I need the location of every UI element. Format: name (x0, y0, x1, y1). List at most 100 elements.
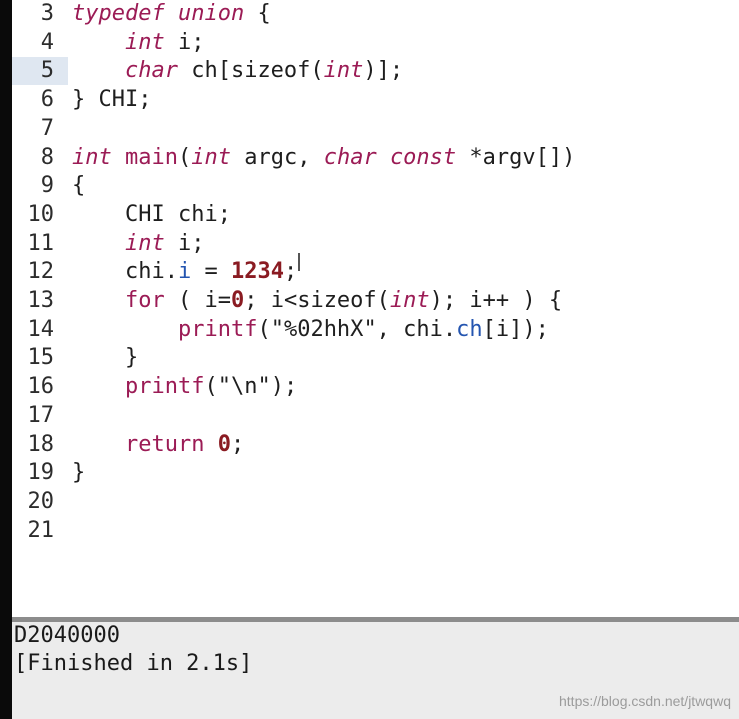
token: int (389, 288, 430, 313)
line-number: 11 (27, 230, 55, 256)
line-number: 19 (27, 460, 55, 486)
code-line-18[interactable]: 18 return 0; (12, 431, 739, 459)
code-text: CHI chi; (72, 201, 231, 229)
code-line-9[interactable]: 9{ (12, 172, 739, 200)
token: ch (456, 316, 483, 342)
code-line-13[interactable]: 13 for ( i=0; i<sizeof(int); i++ ) { (12, 287, 739, 315)
token: i; (164, 230, 205, 256)
code-line-21[interactable]: 21 (12, 517, 739, 545)
token: ; i<sizeof( (244, 288, 390, 313)
build-status-line: [Finished in 2.1s] (14, 651, 253, 676)
token: int (323, 58, 364, 84)
code-text: char ch[sizeof(int)]; (72, 57, 403, 85)
code-line-17[interactable]: 17 (12, 402, 739, 430)
token: ); i++ ) { (429, 288, 563, 313)
code-text: chi.i = 1234; (72, 258, 297, 286)
code-line-6[interactable]: 6 } CHI; (12, 86, 739, 114)
code-text: for ( i=0; i<sizeof(int); i++ ) { (72, 287, 562, 315)
token: 1234 (230, 259, 284, 285)
line-number: 5 (40, 58, 54, 84)
code-line-5[interactable]: 5 char ch[sizeof(int)]; (12, 57, 739, 86)
token: } (72, 345, 139, 371)
token: int (191, 144, 231, 170)
line-number: 17 (27, 402, 55, 428)
code-line-4[interactable]: 4 int i; (12, 29, 739, 57)
token: } (72, 460, 86, 486)
code-editor[interactable]: 3 typedef union {4 int i; 5 char ch[sizeof… (12, 0, 739, 617)
code-line-20[interactable]: 20 (12, 488, 739, 516)
code-text: typedef union { (72, 0, 271, 28)
token: int (72, 144, 112, 170)
line-number: 9 (40, 173, 54, 199)
code-text: printf("%02hhX", chi.ch[i]); (72, 316, 549, 344)
code-text: printf("\n"); (72, 373, 297, 401)
code-text: } (72, 459, 85, 487)
token: int (124, 29, 165, 55)
line-number: 18 (27, 431, 55, 457)
token: { (244, 1, 271, 26)
token: char (124, 58, 178, 84)
token: printf (177, 316, 258, 342)
code-line-14[interactable]: 14 printf("%02hhX", chi.ch[i]); (12, 316, 739, 344)
token: *argv[]) (456, 144, 576, 170)
token: union (177, 1, 245, 26)
code-line-10[interactable]: 10 CHI chi; (12, 201, 739, 229)
text-cursor (298, 253, 300, 271)
token: %02hhX (283, 316, 364, 342)
code-line-11[interactable]: 11 int i; (12, 230, 739, 258)
code-line-15[interactable]: 15 } (12, 344, 739, 372)
token: ( i= (164, 288, 231, 313)
code-text: int i; (72, 230, 205, 258)
code-line-8[interactable]: 8 int main(int argc, char const *argv[]) (12, 144, 739, 172)
code-text: { (72, 172, 85, 200)
line-number: 8 (40, 144, 54, 170)
token: 0 (230, 288, 245, 313)
build-output-line: D2040000 (14, 623, 120, 648)
line-number: 4 (40, 29, 54, 55)
token: for (124, 288, 165, 313)
line-number: 21 (27, 517, 55, 543)
line-number: 10 (27, 201, 55, 227)
token: chi. (72, 259, 178, 285)
token: ch[sizeof( (177, 58, 324, 84)
token: int (124, 230, 165, 256)
token: )]; (363, 58, 404, 84)
code-line-7[interactable]: 7 (12, 115, 739, 143)
token: { (72, 173, 86, 199)
token: CHI chi; (72, 201, 231, 227)
token: i (177, 259, 192, 285)
line-number: 15 (27, 345, 55, 371)
token: } CHI; (72, 87, 152, 113)
code-line-19[interactable]: 19} (12, 459, 739, 487)
token: i; (164, 29, 205, 55)
code-text: return 0; (72, 431, 244, 459)
token: printf (124, 374, 205, 400)
line-number: 16 (27, 374, 55, 400)
token: [i]); (482, 316, 549, 342)
code-text: int main(int argc, char const *argv[]) (72, 144, 575, 172)
sublime-text-window: 3 typedef union {4 int i; 5 char ch[sizeof… (0, 0, 739, 719)
token: ", chi. (363, 316, 457, 342)
line-number: 6 (40, 87, 54, 113)
line-number: 13 (27, 288, 55, 313)
line-number: 14 (27, 316, 55, 342)
code-text: } (72, 344, 138, 372)
token: (" (257, 316, 284, 342)
token: char (323, 144, 377, 170)
code-line-16[interactable]: 16 printf("\n"); (12, 373, 739, 401)
line-number: 7 (40, 115, 54, 141)
code-text: int i; (72, 29, 205, 57)
token: argc, (230, 144, 324, 170)
code-line-3[interactable]: 3 typedef union { (12, 0, 739, 28)
token: 0 (217, 431, 231, 457)
token: ( (177, 144, 192, 170)
code-line-12[interactable]: 12 chi.i = 1234; (12, 258, 739, 286)
